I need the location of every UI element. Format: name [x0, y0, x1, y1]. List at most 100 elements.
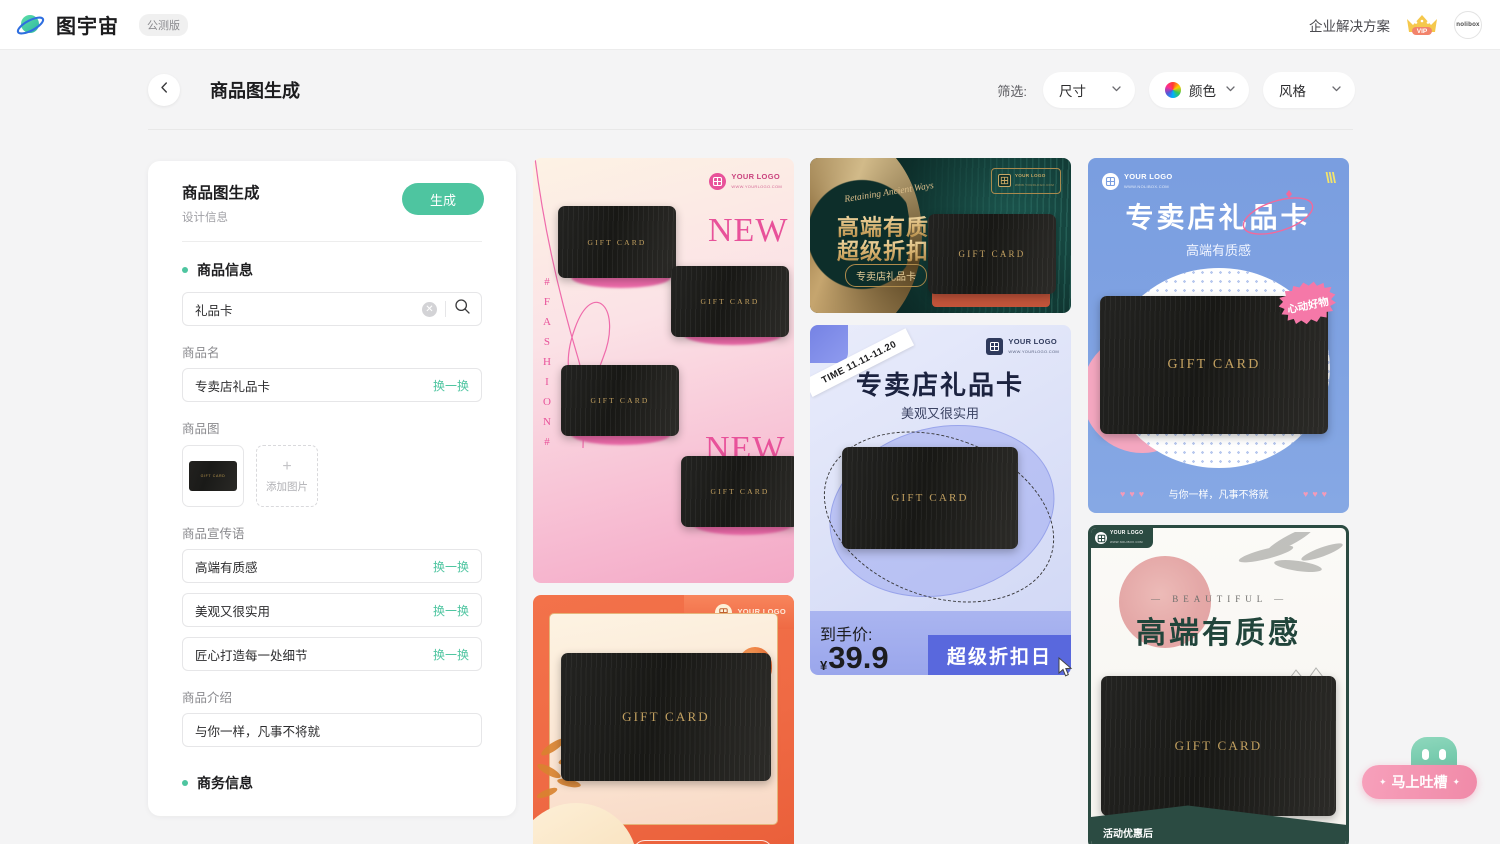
product-name-label: 商品名	[182, 346, 220, 360]
slogans-label: 商品宣传语	[182, 527, 245, 541]
slogan-swap-link-1[interactable]: 换一换	[433, 558, 469, 575]
gift-card-text: GIFT CARD	[710, 487, 770, 496]
logo-name: YOUR LOGO	[731, 172, 780, 181]
top-bar: 图宇宙 公测版 企业解决方案 VIP nolibox	[0, 0, 1500, 50]
header-divider	[148, 129, 1353, 130]
logo-mark-icon	[1095, 532, 1107, 544]
add-image-button[interactable]: + 添加图片	[256, 445, 318, 507]
filter-style-dropdown[interactable]: 风格	[1263, 72, 1355, 108]
section-business-info[interactable]: 商务信息	[148, 747, 516, 793]
results-gallery: YOUR LOGO WWW.YOURLOGO.COM # F A S H I O…	[533, 158, 1363, 844]
filter-size-dropdown[interactable]: 尺寸	[1043, 72, 1135, 108]
slogan-value-3: 匠心打造每一处细节	[195, 648, 308, 663]
search-icon[interactable]	[454, 298, 471, 320]
hashtag-char: A	[543, 316, 551, 328]
plus-icon: +	[282, 457, 292, 475]
section-product-info-label: 商品信息	[197, 262, 253, 278]
gallery-column-3: YOUR LOGO WWW.NOLIBOX.COM \\\ 专卖店礼品卡 高端有…	[1088, 158, 1349, 844]
intro-value: 与你一样，凡事不将就	[195, 724, 321, 739]
slogan-input-2[interactable]: 美观又很实用 换一换	[182, 593, 482, 627]
promo-band-label: 超级折扣日	[928, 635, 1071, 675]
card-logo: YOUR LOGO WWW.NOLIBOX.COM	[1102, 172, 1173, 192]
color-wheel-icon	[1165, 82, 1181, 98]
slogan-swap-link-3[interactable]: 换一换	[433, 646, 469, 663]
logo-name: YOUR LOGO	[1014, 173, 1046, 178]
result-card-pink-fashion[interactable]: YOUR LOGO WWW.YOURLOGO.COM # F A S H I O…	[533, 158, 794, 583]
slogan-list: 高端有质感 换一换 美观又很实用 换一换 匠心打造每一处细节 换一换	[182, 549, 482, 671]
design-info-panel: 商品图生成 设计信息 生成 商品信息 礼品卡 ✕ 商品名 专卖店礼品卡 换一换	[148, 161, 516, 816]
mouse-cursor	[1058, 656, 1074, 684]
vip-crown-badge[interactable]: VIP	[1404, 12, 1440, 38]
section-bullet-icon	[182, 780, 188, 786]
logo-name: YOUR LOGO	[1124, 172, 1173, 181]
intro-input[interactable]: 与你一样，凡事不将就	[182, 713, 482, 747]
brand-name: 图宇宙	[56, 16, 119, 38]
planet-logo-icon	[16, 10, 46, 40]
logo-url: WWW.YOURLOGO.COM	[1008, 348, 1059, 354]
card-pill-badge: 专卖店礼品卡	[845, 264, 927, 287]
filter-color-label: 颜色	[1189, 84, 1216, 99]
back-button[interactable]	[148, 74, 180, 106]
gift-card-thumb-image: GIFT CARD	[189, 461, 237, 491]
page-title: 商品图生成	[210, 81, 300, 101]
heart-icons-right: ♥♥♥	[1302, 489, 1331, 499]
hashtag-char: #	[544, 276, 550, 288]
card-logo: YOUR LOGO WWW.YOURLOGO.COM	[990, 168, 1061, 194]
intro-label: 商品介绍	[182, 691, 233, 705]
price-currency: ¥	[820, 658, 828, 673]
gift-card-thumb-text: GIFT CARD	[200, 474, 226, 478]
gift-card-image: GIFT CARD	[671, 266, 789, 337]
slogan-input-1[interactable]: 高端有质感 换一换	[182, 549, 482, 583]
result-card-blue-gift[interactable]: YOUR LOGO WWW.NOLIBOX.COM \\\ 专卖店礼品卡 高端有…	[1088, 158, 1349, 513]
mascot-eye-right	[1439, 749, 1446, 760]
pink-orbit-decoration	[1242, 190, 1314, 235]
card-subtitle: 高端有质感	[1185, 243, 1251, 258]
gift-card-image: GIFT CARD	[842, 447, 1018, 549]
close-circle-icon[interactable]: ✕	[422, 301, 437, 317]
gift-card-text: GIFT CARD	[700, 297, 760, 306]
product-name-swap-link[interactable]: 换一换	[433, 377, 469, 394]
product-image-label: 商品图	[182, 422, 220, 436]
section-bullet-icon	[182, 267, 188, 273]
page-header: 商品图生成 筛选: 尺寸 颜色 风格	[0, 50, 1500, 130]
gift-card-image: GIFT CARD	[928, 214, 1056, 294]
enterprise-solutions-link[interactable]: 企业解决方案	[1309, 15, 1390, 35]
brand-logo[interactable]: 图宇宙 公测版	[16, 10, 188, 40]
gallery-column-1: YOUR LOGO WWW.YOURLOGO.COM # F A S H I O…	[533, 158, 794, 844]
slogan-value-2: 美观又很实用	[195, 604, 271, 619]
new-label: NEW	[708, 212, 789, 249]
cny-tag-row: 网红好物 | 惊喜发布	[633, 840, 774, 844]
result-card-blue-promo[interactable]: YOUR LOGO WWW.YOURLOGO.COM TIME 11.11-11…	[810, 325, 1071, 675]
chevron-left-icon	[158, 81, 171, 99]
filter-bar: 筛选: 尺寸 颜色 风格	[997, 72, 1355, 108]
corner-accent-decoration	[810, 325, 848, 363]
slogan-swap-link-2[interactable]: 换一换	[433, 602, 469, 619]
logo-url: WWW.YOURLOGO.COM	[731, 183, 782, 189]
product-image-thumbnail[interactable]: GIFT CARD	[182, 445, 244, 507]
gift-card-image: GIFT CARD	[558, 206, 676, 278]
logo-mark-icon	[709, 173, 727, 191]
result-card-ink-wash[interactable]: YOUR LOGO WWW.NOLIBOX.COM — BEAUTIFUL — …	[1088, 525, 1349, 844]
filter-color-dropdown[interactable]: 颜色	[1149, 72, 1249, 108]
gift-card-text: GIFT CARD	[891, 492, 969, 504]
slogan-input-3[interactable]: 匠心打造每一处细节 换一换	[182, 637, 482, 671]
gift-card-text: GIFT CARD	[587, 237, 647, 247]
avatar[interactable]: nolibox	[1454, 10, 1482, 39]
generate-button[interactable]: 生成	[402, 183, 484, 215]
logo-mark-icon	[997, 174, 1011, 188]
cny-tags: 网红好物 | 惊喜发布	[633, 840, 774, 844]
gift-card-text: GIFT CARD	[590, 396, 650, 405]
feedback-button[interactable]: ✦ 马上吐槽 ✦	[1362, 765, 1477, 799]
result-card-green-gold[interactable]: YOUR LOGO WWW.YOURLOGO.COM Retaining Anc…	[810, 158, 1071, 313]
gift-card-text: GIFT CARD	[622, 709, 710, 724]
result-card-orange-cny[interactable]: YOUR LOGO GIFT CARD 限量仅	[533, 595, 794, 844]
chevron-down-icon	[1330, 82, 1343, 98]
hashtag-char: F	[543, 296, 551, 308]
product-name-input[interactable]: 专卖店礼品卡 换一换	[182, 368, 482, 402]
logo-url: WWW.NOLIBOX.COM	[1124, 183, 1169, 189]
card-title: 高端有质感	[1136, 617, 1301, 650]
panel-header: 商品图生成 设计信息 生成	[148, 161, 516, 225]
search-input[interactable]: 礼品卡 ✕	[182, 292, 482, 326]
top-bar-actions: 企业解决方案 VIP nolibox	[1309, 10, 1482, 39]
logo-url: WWW.YOURLOGO.COM	[1014, 182, 1054, 187]
